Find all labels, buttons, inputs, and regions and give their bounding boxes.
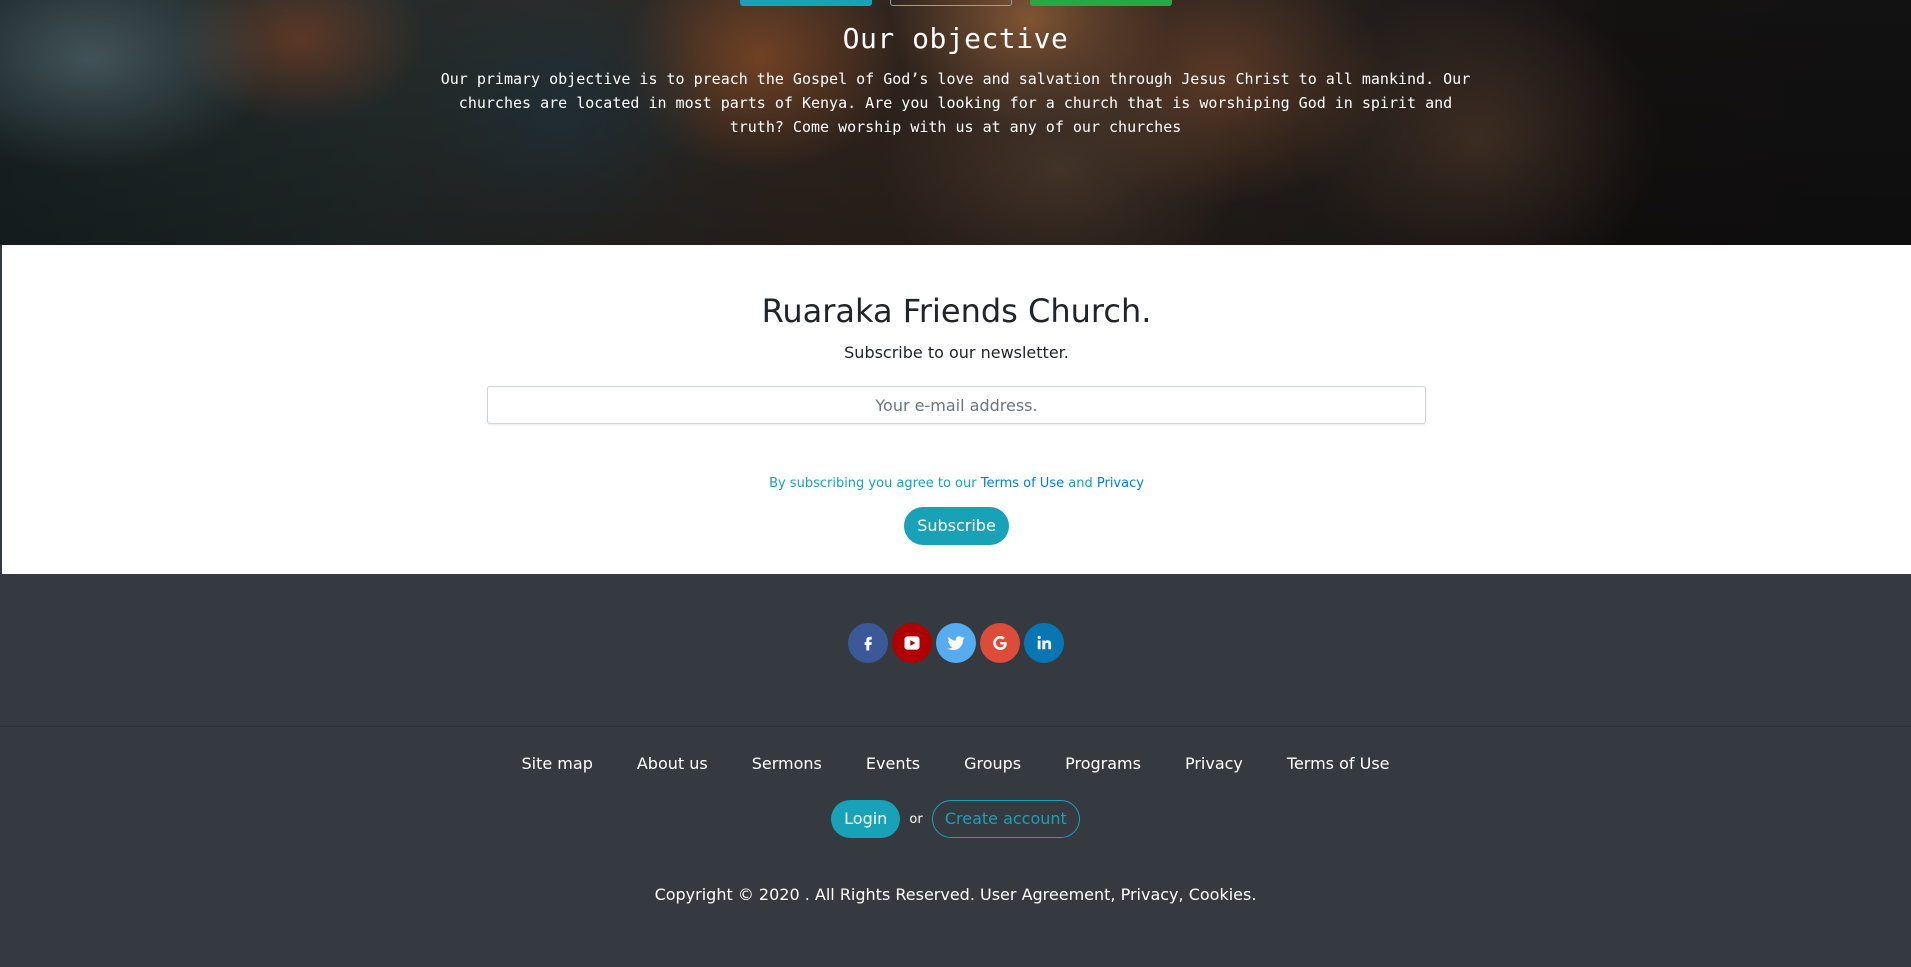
linkedin-icon[interactable] [1023, 623, 1064, 663]
auth-actions: Login or Create account [0, 800, 1911, 838]
newsletter-subtitle: Subscribe to our newsletter. [844, 343, 1069, 362]
hero-content: Our objective Our primary objective is t… [0, 22, 1911, 139]
footer-nav: Site map About us Sermons Events Groups … [0, 754, 1911, 773]
copyright: Copyright © 2020 . All Rights Reserved. … [654, 885, 1257, 904]
footer-link-site-map[interactable]: Site map [522, 754, 593, 773]
subscribe-button[interactable]: Subscribe [904, 507, 1009, 545]
hero-outline-button[interactable] [890, 0, 1012, 6]
footer-link-about-us[interactable]: About us [637, 754, 708, 773]
footer-link-terms-of-use[interactable]: Terms of Use [1287, 754, 1390, 773]
footer: Site map About us Sermons Events Groups … [0, 574, 1911, 967]
footer-link-sermons[interactable]: Sermons [752, 754, 822, 773]
twitter-icon[interactable] [935, 623, 976, 663]
login-button[interactable]: Login [831, 800, 901, 838]
newsletter-section: Ruaraka Friends Church. Subscribe to our… [0, 245, 1911, 574]
terms-and: and [1068, 476, 1093, 491]
email-input[interactable] [487, 386, 1426, 424]
footer-link-events[interactable]: Events [866, 754, 920, 773]
facebook-icon[interactable] [847, 623, 888, 663]
newsletter-title: Ruaraka Friends Church. [761, 292, 1152, 330]
hero-banner: Our objective Our primary objective is t… [0, 0, 1911, 245]
google-icon[interactable] [979, 623, 1020, 663]
youtube-icon[interactable] [891, 623, 932, 663]
hero-primary-button[interactable] [740, 0, 872, 6]
terms-prefix: By subscribing you agree to our [769, 476, 977, 491]
footer-link-groups[interactable]: Groups [964, 754, 1021, 773]
hero-title: Our objective [842, 22, 1069, 55]
hero-success-button[interactable] [1030, 0, 1172, 6]
footer-divider [0, 726, 1911, 727]
create-account-button[interactable]: Create account [931, 800, 1080, 838]
privacy-link[interactable]: Privacy [1097, 476, 1144, 491]
terms-of-use-link[interactable]: Terms of Use [981, 476, 1064, 491]
footer-link-programs[interactable]: Programs [1065, 754, 1141, 773]
or-label: or [909, 811, 923, 827]
social-links [0, 623, 1911, 663]
footer-link-privacy[interactable]: Privacy [1185, 754, 1243, 773]
newsletter-terms: By subscribing you agree to our Terms of… [2, 476, 1911, 491]
hero-text: Our primary objective is to preach the G… [440, 70, 1471, 136]
